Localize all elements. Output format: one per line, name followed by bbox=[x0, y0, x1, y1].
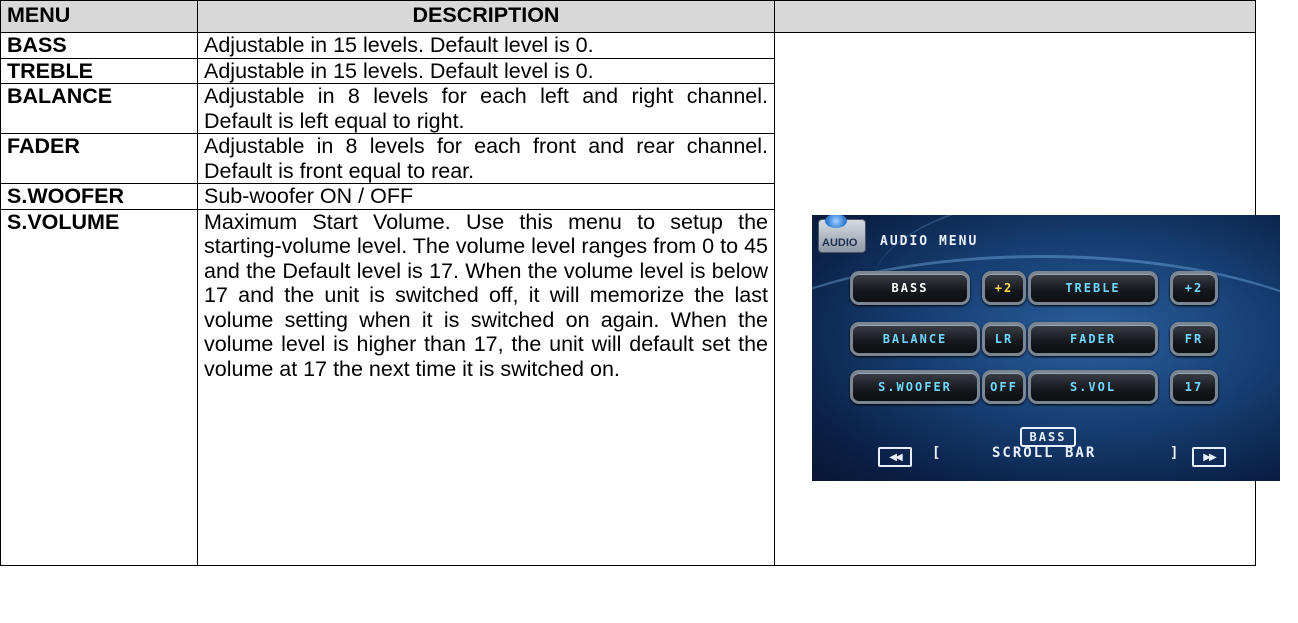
audio-icon[interactable]: AUDIO bbox=[818, 215, 866, 253]
desc-swoofer: Sub-woofer ON / OFF bbox=[197, 183, 775, 210]
header-menu: MENU bbox=[0, 0, 198, 33]
swoofer-value[interactable]: OFF bbox=[982, 370, 1026, 404]
fader-button[interactable]: FADER bbox=[1028, 322, 1158, 356]
scroll-left-bracket: [ bbox=[932, 445, 943, 461]
menu-balance: BALANCE bbox=[0, 83, 198, 134]
desc-fader: Adjustable in 8 levels for each front an… bbox=[197, 133, 775, 184]
swoofer-button[interactable]: S.WOOFER bbox=[850, 370, 980, 404]
fast-forward-icon[interactable]: ▶▶ bbox=[1192, 447, 1226, 467]
menu-svolume: S.VOLUME bbox=[0, 208, 198, 566]
menu-treble: TREBLE bbox=[0, 57, 198, 84]
menu-swoofer: S.WOOFER bbox=[0, 183, 198, 210]
menu-title: AUDIO MENU bbox=[880, 234, 979, 249]
header-description: DESCRIPTION bbox=[197, 0, 775, 33]
desc-svolume: Maximum Start Volume. Use this menu to s… bbox=[197, 208, 775, 566]
fader-value[interactable]: FR bbox=[1170, 322, 1218, 356]
treble-value[interactable]: +2 bbox=[1170, 271, 1218, 305]
scroll-bar-label: SCROLL BAR bbox=[992, 445, 1097, 461]
svol-value[interactable]: 17 bbox=[1170, 370, 1218, 404]
scroll-right-bracket: ] bbox=[1170, 445, 1181, 461]
svol-button[interactable]: S.VOL bbox=[1028, 370, 1158, 404]
header-empty bbox=[774, 0, 1256, 33]
desc-bass: Adjustable in 15 levels. Default level i… bbox=[197, 32, 775, 59]
desc-treble: Adjustable in 15 levels. Default level i… bbox=[197, 57, 775, 84]
menu-bass: BASS bbox=[0, 32, 198, 59]
balance-button[interactable]: BALANCE bbox=[850, 322, 980, 356]
scroll-selected: BASS bbox=[1020, 427, 1076, 447]
audio-icon-label: AUDIO bbox=[822, 237, 858, 249]
rewind-icon[interactable]: ◀◀ bbox=[878, 447, 912, 467]
desc-balance: Adjustable in 8 levels for each left and… bbox=[197, 83, 775, 134]
bass-value[interactable]: +2 bbox=[982, 271, 1026, 305]
menu-fader: FADER bbox=[0, 133, 198, 184]
audio-menu-screenshot: AUDIO AUDIO MENU BASS +2 TREBLE +2 BALAN… bbox=[812, 215, 1280, 481]
balance-value[interactable]: LR bbox=[982, 322, 1026, 356]
bass-button[interactable]: BASS bbox=[850, 271, 970, 305]
globe-icon bbox=[825, 215, 847, 228]
treble-button[interactable]: TREBLE bbox=[1028, 271, 1158, 305]
